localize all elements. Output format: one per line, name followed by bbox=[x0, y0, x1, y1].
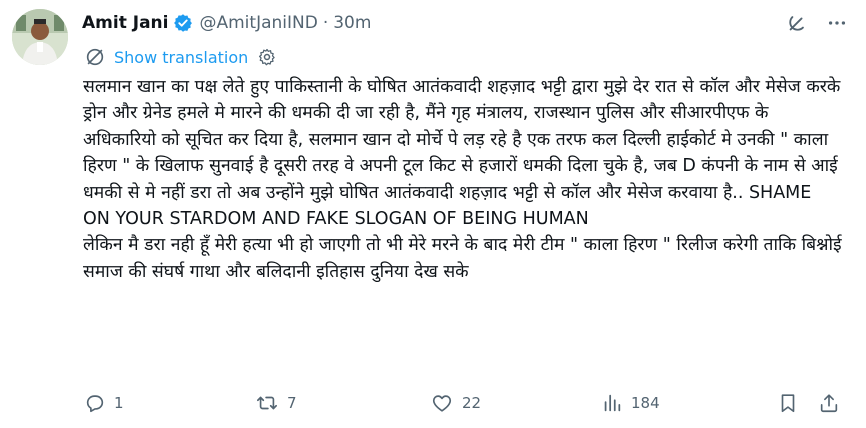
translate-icon bbox=[84, 46, 106, 68]
grok-icon[interactable] bbox=[786, 12, 808, 34]
views-count: 184 bbox=[631, 394, 660, 412]
author-name[interactable]: Amit Jani bbox=[82, 13, 168, 33]
tweet-header: Amit Jani @AmitJaniIND · 30m bbox=[82, 10, 848, 36]
like-count: 22 bbox=[462, 394, 482, 412]
retweet-count: 7 bbox=[287, 394, 297, 412]
avatar-image bbox=[12, 9, 68, 65]
reply-icon bbox=[86, 395, 104, 413]
share-button[interactable] bbox=[818, 392, 840, 414]
bookmark-icon bbox=[781, 394, 795, 413]
gear-icon[interactable] bbox=[256, 46, 278, 68]
tweet-text: सलमान खान का पक्ष लेते हुए पाकिस्तानी के… bbox=[83, 74, 843, 285]
views-icon bbox=[604, 394, 621, 412]
translate-row: Show translation bbox=[84, 45, 278, 69]
avatar[interactable] bbox=[12, 9, 68, 65]
more-icon[interactable] bbox=[826, 12, 848, 34]
like-button[interactable]: 22 bbox=[430, 392, 481, 414]
retweet-icon bbox=[257, 396, 277, 410]
separator-dot: · bbox=[322, 13, 329, 33]
tweet-actions: 1 7 22 184 bbox=[84, 390, 844, 416]
retweet-button[interactable]: 7 bbox=[255, 392, 297, 414]
heart-icon bbox=[432, 395, 452, 412]
bookmark-button[interactable] bbox=[777, 392, 799, 414]
show-translation-link[interactable]: Show translation bbox=[114, 48, 248, 67]
views-button[interactable]: 184 bbox=[601, 392, 660, 414]
header-actions bbox=[786, 12, 848, 34]
reply-button[interactable]: 1 bbox=[84, 392, 124, 414]
tweet-timestamp[interactable]: 30m bbox=[333, 13, 371, 33]
verified-badge-icon[interactable] bbox=[173, 13, 193, 33]
author-handle[interactable]: @AmitJaniIND bbox=[199, 13, 317, 33]
reply-count: 1 bbox=[114, 394, 124, 412]
share-icon bbox=[820, 394, 838, 413]
tweet-paragraph: लेकिन मै डरा नही हूँ मेरी हत्या भी हो जा… bbox=[83, 235, 842, 282]
tweet-paragraph: सलमान खान का पक्ष लेते हुए पाकिस्तानी के… bbox=[83, 77, 841, 230]
